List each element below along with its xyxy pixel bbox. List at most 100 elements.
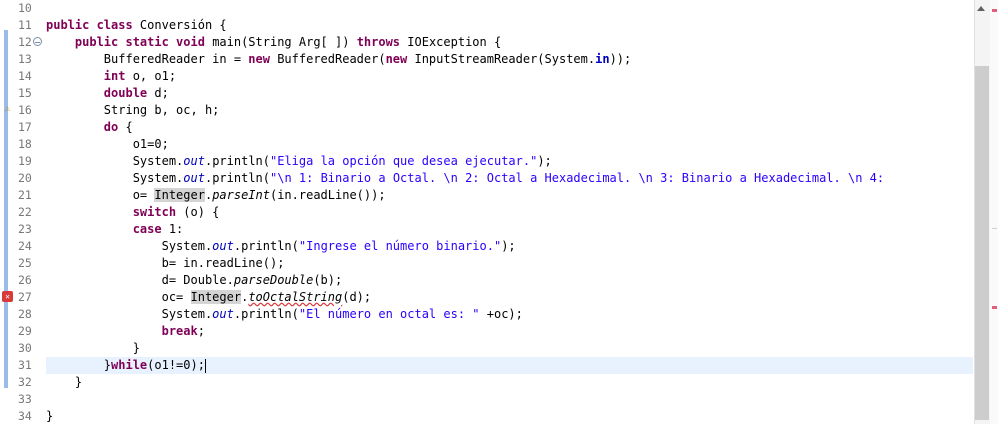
code-token: Integer (190, 290, 242, 304)
code-line[interactable]: switch (o) { (46, 204, 973, 221)
code-line[interactable] (46, 0, 973, 17)
line-number: 15 (18, 86, 32, 100)
line-number: 30 (18, 341, 32, 355)
code-token: public class (46, 18, 140, 32)
code-token: String b, oc, h; (46, 103, 220, 117)
code-line[interactable]: public static void main(String Arg[ ]) t… (46, 34, 973, 51)
code-token: "Ingrese el número binario." (298, 239, 502, 253)
code-line[interactable]: break; (46, 323, 973, 340)
line-number: 25 (18, 256, 32, 270)
overview-error-marker[interactable] (992, 306, 997, 309)
code-token: do (103, 120, 126, 134)
code-line[interactable]: BufferedReader in = new BufferedReader(n… (46, 51, 973, 68)
code-line[interactable]: } (46, 340, 973, 357)
code-line[interactable]: o1=0; (46, 136, 973, 153)
code-token: double (103, 86, 155, 100)
code-line[interactable]: int o, o1; (46, 68, 973, 85)
code-line[interactable]: do { (46, 119, 973, 136)
line-number: 10 (18, 1, 32, 15)
line-number: 23 (18, 222, 32, 236)
line-number-ruler[interactable]: 10 11 12 13 14 15 16 ⚠ 17 18 19 20 21 22 23 24 25 26 27 ✕ 28… (2, 0, 44, 425)
code-token: break (161, 324, 198, 338)
code-token: "El número en octal es: " (298, 307, 480, 321)
line-number: 11 (18, 18, 32, 32)
code-line[interactable]: } (46, 408, 973, 424)
code-token: d= Double. (46, 273, 234, 287)
code-line[interactable]: }while(o1!=0); (46, 357, 973, 374)
code-token: (d); (342, 290, 372, 304)
error-icon[interactable]: ✕ (2, 291, 13, 302)
code-token: Conversión { (139, 18, 227, 32)
code-token: throws (356, 35, 408, 49)
code-line[interactable]: d= Double.parseDouble(b); (46, 272, 973, 289)
warning-icon[interactable]: ⚠ (2, 104, 13, 115)
code-token: out (183, 154, 205, 168)
code-token: System. (46, 239, 213, 253)
scroll-up-arrow-icon[interactable] (977, 6, 985, 11)
code-line[interactable]: System.out.println("El número en octal e… (46, 306, 973, 323)
code-token: new (385, 52, 415, 66)
code-token: (o) { (183, 205, 220, 219)
line-number: 21 (18, 188, 32, 202)
code-line[interactable]: o= Integer.parseInt(in.readLine()); (46, 187, 973, 204)
line-number: 26 (18, 273, 32, 287)
code-token: "\n 1: Binario a Octal. \n 2: Octal a He… (270, 171, 885, 185)
line-number: 20 (18, 171, 32, 185)
code-token: .println( (233, 307, 299, 321)
line-number: 34 (18, 409, 32, 423)
code-token: while (111, 358, 148, 372)
code-token: o, o1; (132, 69, 177, 83)
code-token: ; (197, 324, 205, 338)
code-line[interactable]: } (46, 374, 973, 391)
code-token: { (125, 120, 133, 134)
code-token: ); (537, 154, 552, 168)
scroll-thumb[interactable] (975, 66, 989, 420)
line-number: 17 (18, 120, 32, 134)
code-token: (o1!=0); (147, 358, 205, 372)
code-token: +oc); (479, 307, 523, 321)
line-number: 19 (18, 154, 32, 168)
code-token: 1: (168, 222, 184, 236)
line-number: 29 (18, 324, 32, 338)
code-line[interactable] (46, 391, 973, 408)
code-token: (b); (313, 273, 343, 287)
code-token: System. (46, 154, 184, 168)
line-number: 13 (18, 52, 32, 66)
code-token: out (183, 171, 205, 185)
code-line[interactable]: b= in.readLine(); (46, 255, 973, 272)
code-token: d; (154, 86, 169, 100)
code-token: oc= (46, 290, 191, 304)
code-line[interactable]: System.out.println("\n 1: Binario a Octa… (46, 170, 973, 187)
code-line[interactable]: public class Conversión { (46, 17, 973, 34)
code-token: main(String Arg[ ]) (212, 35, 357, 49)
code-line[interactable]: System.out.println("Eliga la opción que … (46, 153, 973, 170)
code-editor[interactable]: public class Conversión { public static … (46, 0, 973, 424)
code-token: System. (46, 171, 184, 185)
code-line[interactable]: oc= Integer.toOctalString(d); (46, 289, 973, 306)
overview-ruler[interactable] (990, 0, 998, 424)
code-token: .println( (204, 171, 270, 185)
code-line[interactable]: String b, oc, h; (46, 102, 973, 119)
code-token: } (46, 358, 112, 372)
code-token: } (46, 409, 54, 423)
overview-error-marker[interactable] (992, 9, 997, 12)
code-token: new (248, 52, 278, 66)
text-caret (204, 358, 206, 373)
code-token: System. (46, 307, 213, 321)
line-number: 32 (18, 375, 32, 389)
code-token: ); (501, 239, 516, 253)
code-token: } (46, 341, 140, 355)
overview-marker[interactable] (992, 228, 997, 229)
code-token: .println( (204, 154, 270, 168)
code-line[interactable]: case 1: (46, 221, 973, 238)
code-line[interactable]: double d; (46, 85, 973, 102)
code-token: in (595, 52, 610, 66)
code-token: "Eliga la opción que desea ejecutar." (270, 154, 538, 168)
code-line[interactable]: System.out.println("Ingrese el número bi… (46, 238, 973, 255)
line-number: 12 (8, 34, 44, 51)
